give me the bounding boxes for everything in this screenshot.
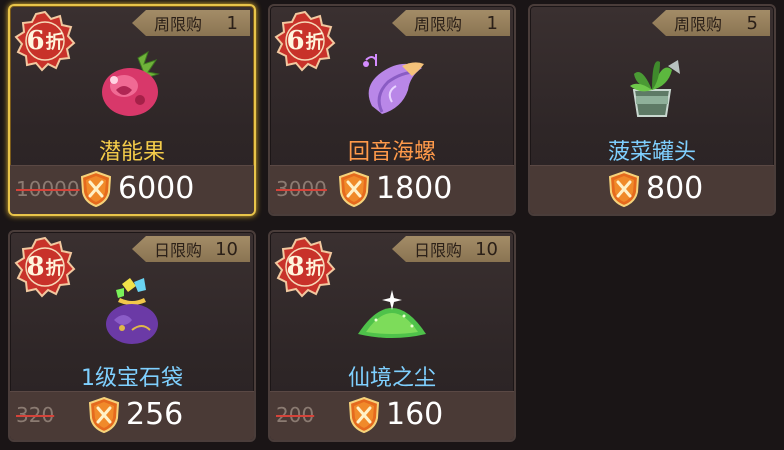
limit-label: 日限购 — [414, 241, 463, 260]
shield-coin-icon — [338, 170, 370, 208]
sale-price: 6000 — [118, 171, 195, 206]
gem-bag-icon — [106, 278, 158, 344]
price-bar: 320 256 — [10, 391, 254, 440]
item-name: 仙境之尘 — [347, 366, 436, 391]
shield-coin-icon — [348, 396, 380, 434]
limit-label: 周限购 — [674, 15, 723, 34]
discount-unit: 折 — [45, 258, 64, 279]
discount-number: 8 — [286, 252, 305, 282]
shop-item-card-fairy-dust[interactable]: 日限购 10 8折 仙境之尘 200 160 — [268, 230, 516, 442]
weekly-limit-tag: 周限购 1 — [392, 10, 510, 36]
limit-label: 周限购 — [414, 15, 463, 34]
original-price: 200 — [276, 403, 315, 427]
fairy-dust-icon — [358, 290, 426, 338]
original-price: 3000 — [276, 177, 327, 201]
daily-limit-tag: 日限购 10 — [132, 236, 250, 262]
discount-badge: 8折 — [274, 236, 336, 298]
shop-item-card-spinach-can[interactable]: 周限购 5 菠菜罐头 800 — [528, 4, 776, 216]
price-bar: 10000 6000 — [10, 165, 254, 214]
discount-number: 6 — [26, 26, 45, 56]
limit-count: 10 — [215, 238, 238, 260]
price-bar: 800 — [530, 165, 774, 214]
limit-label: 周限购 — [154, 15, 203, 34]
limit-label: 日限购 — [154, 241, 203, 260]
discount-unit: 折 — [305, 258, 324, 279]
shop-item-card-gem-bag[interactable]: 日限购 10 8折 1级宝石袋 320 256 — [8, 230, 256, 442]
sale-price: 1800 — [376, 171, 453, 206]
item-name: 回音海螺 — [347, 140, 436, 165]
shield-coin-icon — [608, 170, 640, 208]
limit-count: 5 — [746, 12, 758, 34]
original-price: 320 — [16, 403, 55, 427]
weekly-limit-tag: 周限购 1 — [132, 10, 250, 36]
weekly-limit-tag: 周限购 5 — [652, 10, 770, 36]
item-name: 菠菜罐头 — [607, 140, 696, 165]
discount-unit: 折 — [305, 32, 324, 53]
shop-item-card-potential-fruit[interactable]: 周限购 1 6折 潜能果 10000 6000 — [8, 4, 256, 216]
sale-price: 256 — [126, 397, 184, 432]
limit-count: 1 — [226, 12, 238, 34]
shield-coin-icon — [88, 396, 120, 434]
shield-coin-icon — [80, 170, 112, 208]
original-price: 10000 — [16, 177, 80, 201]
limit-count: 1 — [486, 12, 498, 34]
discount-badge: 6折 — [14, 10, 76, 72]
potential-fruit-icon — [102, 50, 160, 116]
shop-item-card-echo-conch[interactable]: 周限购 1 6折 回音海螺 3000 1800 — [268, 4, 516, 216]
shop-grid: 周限购 1 6折 潜能果 10000 6000 周限购 1 6 折 回音海螺 3… — [0, 0, 784, 450]
price-bar: 3000 1800 — [270, 165, 514, 214]
sale-price: 800 — [646, 171, 704, 206]
price-bar: 200 160 — [270, 391, 514, 440]
discount-badge: 6折 — [274, 10, 336, 72]
discount-number: 6 — [286, 26, 305, 56]
daily-limit-tag: 日限购 10 — [392, 236, 510, 262]
discount-unit: 折 — [45, 32, 64, 53]
item-name: 潜能果 — [98, 140, 165, 165]
limit-count: 10 — [475, 238, 498, 260]
discount-number: 8 — [26, 252, 45, 282]
item-name: 1级宝石袋 — [81, 366, 183, 391]
echo-conch-icon — [363, 54, 424, 114]
spinach-can-icon — [630, 60, 680, 117]
discount-badge: 8折 — [14, 236, 76, 298]
sale-price: 160 — [386, 397, 444, 432]
